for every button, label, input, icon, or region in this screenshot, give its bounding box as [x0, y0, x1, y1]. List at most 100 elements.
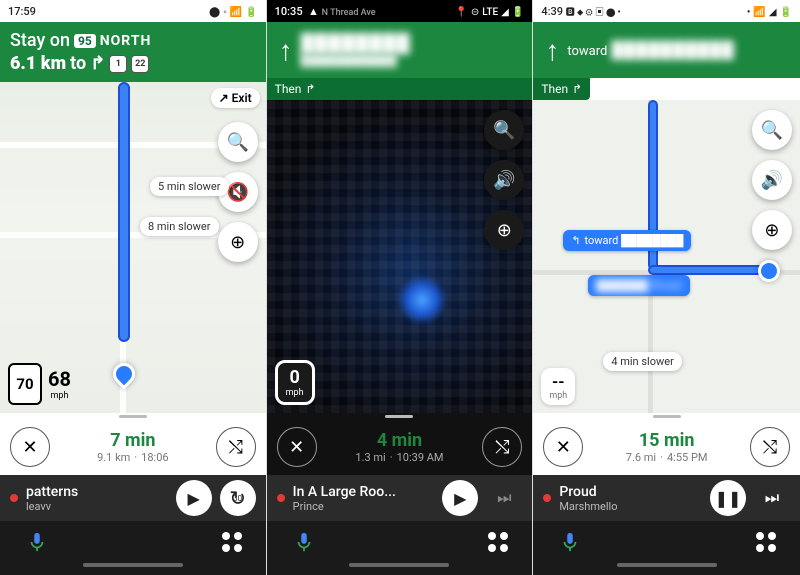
system-nav-bar[interactable]: [533, 563, 800, 575]
status-bar: 10:35 ▲ N Thread Ave 📍⊝LTE◢🔋: [267, 0, 533, 22]
close-nav-button[interactable]: ✕: [277, 427, 317, 467]
destination-text: ██████████: [611, 40, 734, 60]
then-step[interactable]: Then↱: [533, 78, 590, 100]
report-icon: ⊕: [230, 232, 245, 253]
voice-assist-button[interactable]: [557, 529, 583, 555]
media-bar[interactable]: Proud Marshmello ❚❚ ⏭: [533, 475, 800, 521]
screenshot-panel-2: 10:35 ▲ N Thread Ave 📍⊝LTE◢🔋 ↑ ████████ …: [267, 0, 534, 575]
trip-footer[interactable]: ✕ 7 min 9.1 km·18:06 ⤭: [0, 419, 266, 475]
route-direction-badge[interactable]: ↰toward ████████: [563, 230, 691, 251]
route-direction-badge[interactable]: ██████ Road: [588, 275, 690, 296]
map-canvas[interactable]: ↗Exit 🔍 🔇 ⊕ 5 min slower 8 min slower 70…: [0, 82, 266, 413]
track-title: Proud: [559, 484, 702, 500]
status-bar: 17:59 ⬤◦📶🔋: [0, 0, 266, 22]
sound-icon: 🔊: [493, 170, 515, 191]
app-launcher-button[interactable]: [756, 532, 776, 552]
next-track-button[interactable]: ⏭: [754, 480, 790, 516]
distance-remaining: 6.1 km: [10, 53, 66, 74]
arrow-up-icon: ↑: [279, 34, 293, 67]
trip-footer[interactable]: ✕ 15 min 7.6 mi·4:55 PM ⤭: [533, 419, 800, 475]
media-bar[interactable]: In A Large Roo... Prince ▶ ⏭: [267, 475, 533, 521]
status-icons: •📶◢🔋: [744, 5, 792, 18]
eta-block[interactable]: 15 min 7.6 mi·4:55 PM: [626, 430, 708, 464]
current-location-marker: [108, 358, 139, 389]
destination-text: ████████: [301, 33, 411, 54]
pause-icon: ❚❚: [715, 489, 742, 508]
map-canvas[interactable]: 🔍 🔊 ⊕ 0 mph: [267, 100, 533, 413]
alert-icon: 🔇: [226, 182, 248, 203]
exit-chip[interactable]: ↗Exit: [211, 88, 260, 108]
alt-route-pill[interactable]: 4 min slower: [603, 352, 682, 371]
search-button[interactable]: 🔍: [218, 122, 258, 162]
sound-button[interactable]: 🔊: [752, 160, 792, 200]
status-time: 10:35: [275, 5, 303, 18]
status-time: 17:59: [8, 5, 36, 18]
speed-widget: 0 mph: [275, 360, 315, 405]
play-button[interactable]: ▶: [442, 480, 478, 516]
screenshot-panel-3: 4:39 🅱 ⬥ ⚙ ▣ ⬤ • •📶◢🔋 ↑ toward █████████…: [533, 0, 800, 575]
direction-banner[interactable]: Stay on 95 NORTH 6.1 km to ↱ 1 22: [0, 22, 266, 82]
play-icon: ▶: [454, 489, 466, 508]
status-bar: 4:39 🅱 ⬥ ⚙ ▣ ⬤ • •📶◢🔋: [533, 0, 800, 22]
route-options-button[interactable]: ⤭: [482, 427, 522, 467]
route-options-button[interactable]: ⤭: [216, 427, 256, 467]
eta-distance: 1.3 mi: [355, 451, 385, 464]
system-nav-bar[interactable]: [0, 563, 266, 575]
status-icons: ⬤◦📶🔋: [206, 5, 258, 18]
toward-label: toward: [567, 44, 607, 59]
app-launcher-button[interactable]: [222, 532, 242, 552]
speed-widget: -- mph: [541, 368, 575, 405]
close-icon: ✕: [556, 437, 571, 458]
search-icon: 🔍: [493, 120, 515, 141]
search-button[interactable]: 🔍: [484, 110, 524, 150]
eta-arrival: 4:55 PM: [667, 451, 707, 464]
then-turn-icon: ↱: [572, 82, 582, 96]
report-button[interactable]: ⊕: [218, 222, 258, 262]
to-label: to: [70, 53, 86, 74]
current-speed: 68 mph: [48, 367, 71, 401]
replay30-button[interactable]: ↻30: [220, 480, 256, 516]
close-nav-button[interactable]: ✕: [10, 427, 50, 467]
assistant-bar: [267, 521, 533, 563]
system-nav-bar[interactable]: [267, 563, 533, 575]
sound-icon: 🔊: [761, 170, 783, 191]
report-icon: ⊕: [764, 220, 779, 241]
trip-footer[interactable]: ✕ 4 min 1.3 mi·10:39 AM ⤭: [267, 419, 533, 475]
next-icon: ⏭: [497, 488, 511, 508]
eta-distance: 9.1 km: [97, 451, 130, 464]
report-button[interactable]: ⊕: [752, 210, 792, 250]
search-icon: 🔍: [761, 120, 783, 141]
sound-button[interactable]: 🔊: [484, 160, 524, 200]
eta-block[interactable]: 4 min 1.3 mi·10:39 AM: [355, 430, 443, 464]
then-step[interactable]: Then↱: [267, 78, 324, 100]
report-button[interactable]: ⊕: [484, 210, 524, 250]
voice-assist-button[interactable]: [291, 529, 317, 555]
next-track-button-disabled: ⏭: [486, 480, 522, 516]
voice-assist-button[interactable]: [24, 529, 50, 555]
direction-banner[interactable]: ↑ ████████ ███████████: [267, 22, 533, 78]
track-artist: Marshmello: [559, 500, 702, 513]
highway-shield-icon: 95: [74, 34, 96, 48]
play-button[interactable]: ▶: [176, 480, 212, 516]
route-shield-icon: 1: [109, 55, 127, 73]
app-launcher-button[interactable]: [488, 532, 508, 552]
alt-route-pill[interactable]: 5 min slower: [150, 177, 229, 196]
route-shield-icon: 22: [131, 55, 149, 73]
routes-icon: ⤭: [495, 437, 509, 458]
search-button[interactable]: 🔍: [752, 110, 792, 150]
direction-banner[interactable]: ↑ toward ██████████: [533, 22, 800, 78]
route-options-button[interactable]: ⤭: [750, 427, 790, 467]
eta-arrival: 10:39 AM: [397, 451, 444, 464]
alt-route-pill[interactable]: 8 min slower: [140, 217, 219, 236]
track-artist: Prince: [293, 500, 435, 513]
pause-button[interactable]: ❚❚: [710, 480, 746, 516]
map-canvas[interactable]: ↰toward ████████ ██████ Road 🔍 🔊 ⊕ 4 min…: [533, 100, 800, 413]
close-icon: ✕: [22, 437, 37, 458]
close-nav-button[interactable]: ✕: [543, 427, 583, 467]
eta-block[interactable]: 7 min 9.1 km·18:06: [97, 430, 169, 464]
music-source-icon: [277, 494, 285, 502]
track-title: patterns: [26, 484, 168, 500]
media-bar[interactable]: patterns leavv ▶ ↻30: [0, 475, 266, 521]
speed-widget: 70 68 mph: [8, 363, 71, 405]
turn-left-icon: ↰: [571, 234, 580, 247]
